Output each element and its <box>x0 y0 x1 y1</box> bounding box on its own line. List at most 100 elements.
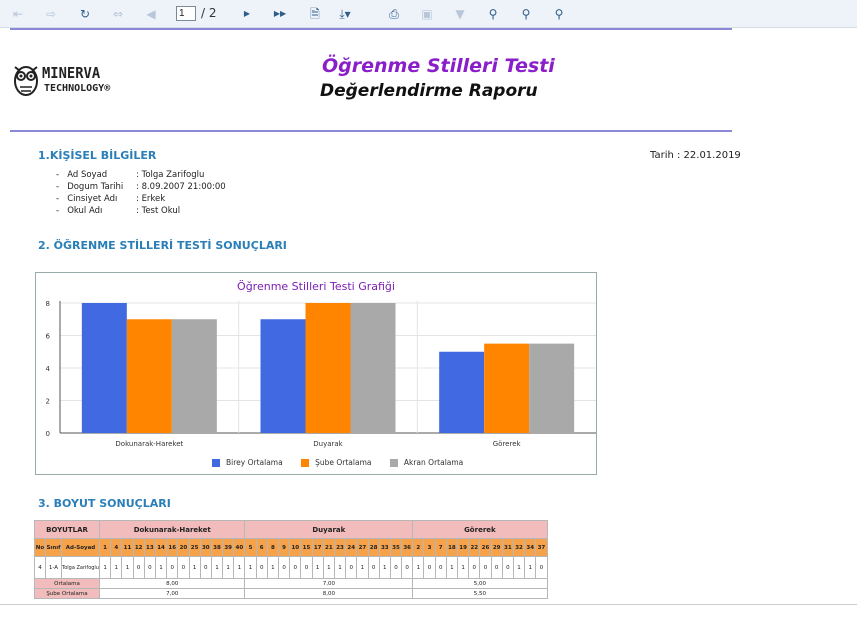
page-total-label: / 2 <box>201 6 217 20</box>
document-icon[interactable]: 🗎 <box>308 5 322 23</box>
learning-styles-chart: Öğrenme Stilleri Testi Grafiği 0 2 4 6 8 Doku… <box>35 272 597 475</box>
zoom-out-icon[interactable]: ⚲ <box>519 5 533 23</box>
answer-cell: 0 <box>389 556 403 579</box>
answer-cell: 0 <box>166 556 179 579</box>
question-number: 8 <box>266 538 280 557</box>
question-number: 32 <box>512 538 526 557</box>
answer-cell: 0 <box>401 556 414 579</box>
question-number: 24 <box>345 538 358 557</box>
section-personal-title: 1.KİŞİSEL BİLGİLER <box>38 149 157 162</box>
answer-cell: 1 <box>154 556 168 579</box>
refresh-icon[interactable]: ↻ <box>78 5 92 23</box>
minerva-logo: MINERVA TECHNOLOGY® <box>12 62 137 102</box>
x-tick-label: Dokunarak-Hareket <box>115 440 183 448</box>
x-tick-label: Duyarak <box>313 440 343 448</box>
answer-cell: 0 <box>255 556 268 579</box>
question-number: 2 <box>412 538 425 557</box>
average-label: Şube Ortalama <box>34 588 100 599</box>
answer-cell: 1 <box>445 556 459 579</box>
page-number-input[interactable] <box>176 6 196 21</box>
average-value: 5,00 <box>412 578 548 589</box>
next-icon[interactable]: ▶ <box>240 5 254 23</box>
question-number: 19 <box>456 538 470 557</box>
question-number: 7 <box>434 538 447 557</box>
info-value: : Test Okul <box>136 206 181 216</box>
first-page-icon[interactable]: ⇤ <box>11 5 25 23</box>
zoom-in-icon[interactable]: ⚲ <box>552 5 566 23</box>
question-number: 5 <box>244 538 257 557</box>
answer-cell: 0 <box>345 556 358 579</box>
answer-cell: 1 <box>412 556 425 579</box>
question-number: 9 <box>277 538 291 557</box>
question-number: 34 <box>524 538 537 557</box>
bar <box>260 319 306 433</box>
info-label: - Okul Adı <box>56 206 103 216</box>
top-rule <box>10 28 732 30</box>
answer-cell: 0 <box>535 556 548 579</box>
info-value: : Tolga Zarifoglu <box>136 170 205 180</box>
report-viewer-toolbar: ⇤ ⇨ ↻ ⇔ ◀ / 2 ▶ ▶▶ 🗎 ⤓▾ ⎙ ▣ ▼ ⚲ ⚲ ⚲ <box>0 0 857 28</box>
question-number: 26 <box>479 538 492 557</box>
dimension-header: Duyarak <box>244 520 414 539</box>
column-header: Sınıf <box>45 538 62 557</box>
bar <box>350 303 396 433</box>
question-number: 14 <box>154 538 168 557</box>
legend-item: Birey Ortalama <box>212 458 283 467</box>
page-setup-icon[interactable]: ▣ <box>420 5 434 23</box>
question-number: 23 <box>333 538 347 557</box>
chart-legend: Birey Ortalama Şube Ortalama Akran Ortal… <box>212 458 479 467</box>
answer-cell: 0 <box>177 556 190 579</box>
question-number: 10 <box>289 538 302 557</box>
y-tick-label: 0 <box>46 430 50 438</box>
bar <box>305 303 351 433</box>
question-number: 6 <box>255 538 268 557</box>
section-dimensions-title: 3. BOYUT SONUÇLARI <box>38 497 171 510</box>
answer-cell: 0 <box>277 556 291 579</box>
column-header: Ad-Soyad <box>61 538 100 557</box>
answer-cell: 1 <box>322 556 335 579</box>
question-number: 25 <box>188 538 201 557</box>
average-value: 7,00 <box>244 578 414 589</box>
answer-cell: 1 <box>333 556 347 579</box>
viewer-bottom-edge <box>0 604 857 619</box>
question-number: 15 <box>300 538 313 557</box>
answer-cell: 1 <box>524 556 537 579</box>
dimension-header: Dokunarak-Hareket <box>98 520 246 539</box>
logo-name: MINERVA <box>42 64 101 82</box>
prev-page-icon[interactable]: ⇨ <box>44 5 58 23</box>
logo-subtitle: TECHNOLOGY® <box>44 83 111 94</box>
answer-cell: 1 <box>512 556 526 579</box>
answer-cell: 1 <box>210 556 224 579</box>
question-number: 17 <box>311 538 324 557</box>
y-tick-label: 8 <box>46 300 50 308</box>
print-icon[interactable]: ⎙ <box>387 5 401 23</box>
prev-icon[interactable]: ◀ <box>144 5 158 23</box>
last-page-icon[interactable]: ▶▶ <box>273 5 287 23</box>
back-icon[interactable]: ⇔ <box>111 5 125 23</box>
question-number: 16 <box>166 538 179 557</box>
student-class: 1-A <box>45 556 62 579</box>
answer-cell: 1 <box>244 556 257 579</box>
question-number: 30 <box>199 538 212 557</box>
report-title: Öğrenme Stilleri Testi <box>322 55 555 77</box>
answer-cell: 0 <box>143 556 156 579</box>
question-number: 11 <box>121 538 134 557</box>
filter-icon[interactable]: ▼ <box>453 5 467 23</box>
question-number: 4 <box>110 538 123 557</box>
question-number: 13 <box>143 538 156 557</box>
export-icon[interactable]: ⤓▾ <box>338 5 352 23</box>
answer-cell: 1 <box>266 556 280 579</box>
question-number: 22 <box>468 538 481 557</box>
question-number: 20 <box>177 538 190 557</box>
search-icon[interactable]: ⚲ <box>486 5 500 23</box>
bar <box>439 351 485 433</box>
dimension-header: Görerek <box>412 520 548 539</box>
y-tick-label: 2 <box>46 398 50 406</box>
question-number: 38 <box>210 538 224 557</box>
answer-cell: 0 <box>289 556 302 579</box>
question-number: 29 <box>490 538 503 557</box>
dimension-results-table: BOYUTLAR Dokunarak-Hareket Duyarak Görerek N… <box>34 520 548 599</box>
legend-item: Şube Ortalama <box>301 458 371 467</box>
average-value: 5,50 <box>412 588 548 599</box>
section-results-title: 2. ÖĞRENME STİLLERİ TESTİ SONUÇLARI <box>38 239 287 252</box>
